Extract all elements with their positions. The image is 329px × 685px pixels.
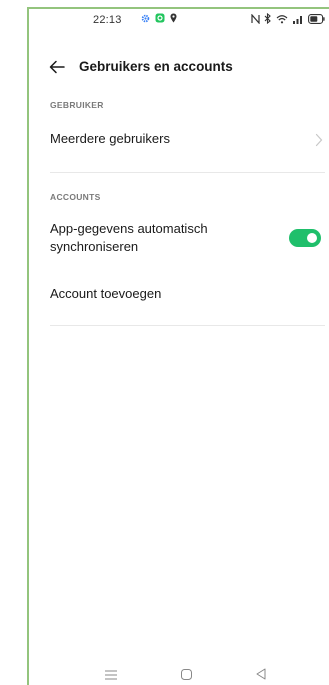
- section-divider: [50, 172, 325, 173]
- home-icon: [181, 667, 192, 684]
- status-bar: 22:13: [29, 9, 329, 31]
- menu-button[interactable]: [105, 667, 117, 685]
- green-app-icon: [155, 13, 165, 23]
- row-account-toevoegen[interactable]: Account toevoegen: [29, 281, 329, 309]
- back-button[interactable]: [47, 57, 67, 77]
- page-title: Gebruikers en accounts: [79, 59, 233, 74]
- chevron-right-icon: [315, 133, 323, 152]
- phone-screen: 22:13 Gebruikers en accounts GEBRUIKER M…: [27, 7, 329, 685]
- settings-gear-icon: [141, 14, 150, 23]
- navigation-bar: [29, 661, 329, 685]
- home-button[interactable]: [181, 667, 192, 685]
- battery-icon: [308, 13, 325, 24]
- back-triangle-icon: [256, 667, 266, 684]
- row-auto-sync[interactable]: App-gegevens automatisch synchroniseren: [29, 217, 329, 259]
- back-nav-button[interactable]: [256, 667, 266, 685]
- wifi-icon: [276, 14, 288, 24]
- arrow-left-icon: [47, 60, 67, 81]
- row-label-account-toevoegen: Account toevoegen: [50, 286, 162, 301]
- location-icon: [170, 13, 177, 23]
- status-system-icons: [251, 13, 325, 24]
- menu-icon: [105, 667, 117, 684]
- section-header-accounts: ACCOUNTS: [50, 192, 101, 202]
- row-meerdere-gebruikers[interactable]: Meerdere gebruikers: [29, 126, 329, 156]
- toggle-knob: [307, 233, 317, 243]
- header-bar: Gebruikers en accounts: [29, 53, 329, 81]
- section-divider: [50, 325, 325, 326]
- bluetooth-icon: [264, 13, 272, 24]
- row-label-auto-sync-line1: App-gegevens automatisch: [50, 221, 208, 236]
- row-label-meerdere-gebruikers: Meerdere gebruikers: [50, 131, 170, 146]
- status-time: 22:13: [93, 14, 122, 26]
- status-app-icons: [141, 13, 177, 23]
- section-header-gebruiker: GEBRUIKER: [50, 100, 104, 110]
- row-label-auto-sync-line2: synchroniseren: [50, 239, 139, 254]
- signal-icon: [292, 14, 304, 24]
- nfc-icon: [251, 13, 260, 24]
- auto-sync-toggle[interactable]: [289, 229, 321, 247]
